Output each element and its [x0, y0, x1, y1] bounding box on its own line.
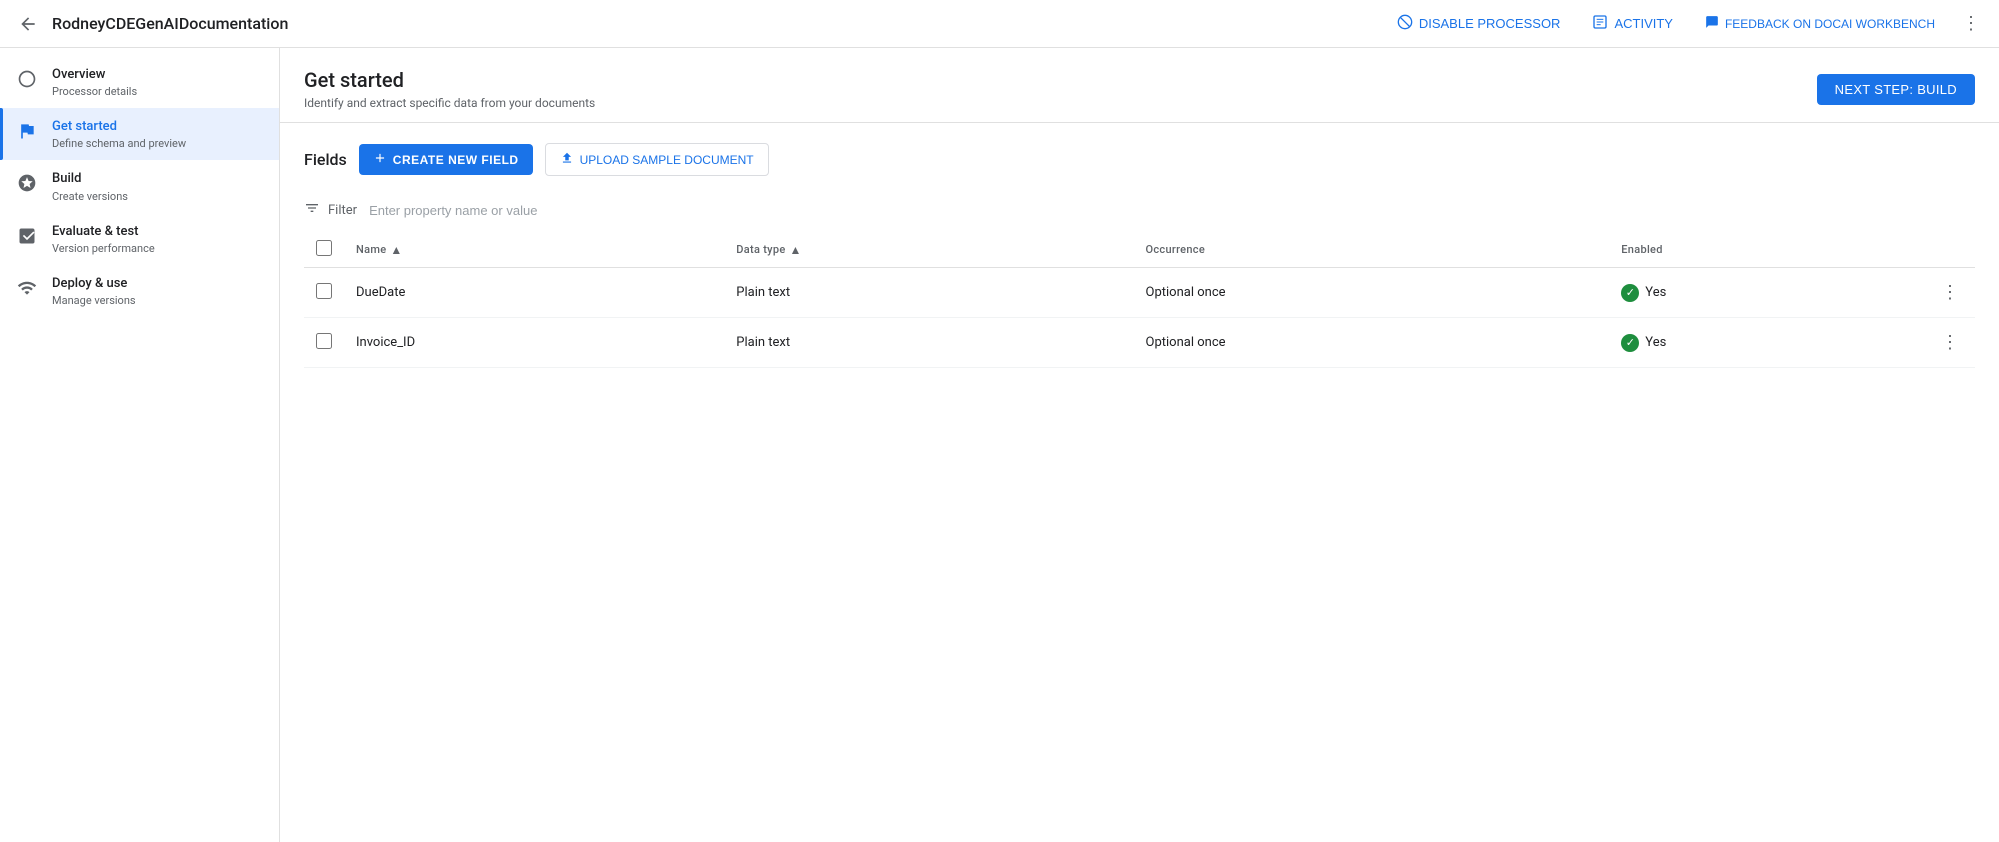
row2-checkbox[interactable]: [316, 333, 332, 349]
app-title: RodneyCDEGenAIDocumentation: [52, 14, 1377, 33]
sidebar-build-sublabel: Create versions: [52, 190, 128, 203]
activity-button[interactable]: ACTIVITY: [1580, 8, 1685, 40]
build-icon: [16, 172, 38, 194]
row1-actions-cell: ⋮: [1925, 268, 1975, 318]
data-type-column-header[interactable]: Data type ▲: [724, 232, 1133, 268]
disable-processor-label: DISABLE PROCESSOR: [1419, 16, 1561, 31]
sidebar-item-deploy[interactable]: Deploy & use Manage versions: [0, 265, 279, 317]
overview-icon: [16, 68, 38, 90]
row1-checkbox-cell: [304, 268, 344, 318]
row2-more-button[interactable]: ⋮: [1937, 328, 1963, 357]
main-layout: Overview Processor details Get started D…: [0, 48, 1999, 842]
sidebar-evaluate-label: Evaluate & test: [52, 223, 155, 241]
sidebar-item-build[interactable]: Build Create versions: [0, 160, 279, 212]
row1-more-button[interactable]: ⋮: [1937, 278, 1963, 307]
sidebar-overview-sublabel: Processor details: [52, 85, 137, 98]
get-started-icon: [16, 120, 38, 142]
sidebar-item-overview[interactable]: Overview Processor details: [0, 56, 279, 108]
row2-actions-cell: ⋮: [1925, 318, 1975, 368]
activity-icon: [1592, 14, 1608, 34]
enabled-check-icon: ✓: [1621, 334, 1639, 352]
data-type-sort-icon: ▲: [790, 243, 802, 257]
enabled-column-header: Enabled: [1609, 232, 1925, 268]
fields-toolbar: Fields CREATE NEW FIELD UPL: [304, 143, 1975, 176]
sidebar: Overview Processor details Get started D…: [0, 48, 280, 842]
name-column-header[interactable]: Name ▲: [344, 232, 724, 268]
row1-name: DueDate: [344, 268, 724, 318]
evaluate-icon: [16, 225, 38, 247]
feedback-button[interactable]: FEEDBACK ON DOCAI WORKBENCH: [1693, 9, 1947, 38]
row2-checkbox-cell: [304, 318, 344, 368]
row2-enabled: ✓ Yes: [1609, 318, 1925, 368]
more-options-button[interactable]: ⋮: [1955, 8, 1987, 40]
activity-label: ACTIVITY: [1614, 16, 1673, 31]
occurrence-column-header: Occurrence: [1134, 232, 1610, 268]
upload-sample-document-button[interactable]: UPLOAD SAMPLE DOCUMENT: [545, 143, 769, 176]
sidebar-get-started-sublabel: Define schema and preview: [52, 137, 186, 150]
topbar: RodneyCDEGenAIDocumentation DISABLE PROC…: [0, 0, 1999, 48]
row1-checkbox[interactable]: [316, 283, 332, 299]
filter-input[interactable]: [369, 203, 1975, 218]
row1-data-type: Plain text: [724, 268, 1133, 318]
page-title: Get started: [304, 68, 595, 92]
row1-enabled: ✓ Yes: [1609, 268, 1925, 318]
disable-processor-button[interactable]: DISABLE PROCESSOR: [1385, 8, 1573, 40]
sidebar-build-label: Build: [52, 170, 128, 188]
row2-occurrence: Optional once: [1134, 318, 1610, 368]
sidebar-get-started-label: Get started: [52, 118, 186, 136]
sidebar-deploy-sublabel: Manage versions: [52, 294, 136, 307]
sidebar-deploy-label: Deploy & use: [52, 275, 136, 293]
select-all-checkbox-cell: [304, 232, 344, 268]
filter-label: Filter: [328, 203, 357, 218]
row2-data-type: Plain text: [724, 318, 1133, 368]
content-header: Get started Identify and extract specifi…: [280, 48, 1999, 123]
feedback-label: FEEDBACK ON DOCAI WORKBENCH: [1725, 17, 1935, 31]
fields-table: Name ▲ Data type ▲ Occur: [304, 232, 1975, 368]
enabled-check-icon: ✓: [1621, 284, 1639, 302]
select-all-checkbox[interactable]: [316, 240, 332, 256]
row1-enabled-label: Yes: [1645, 285, 1666, 300]
page-subtitle: Identify and extract specific data from …: [304, 96, 595, 110]
feedback-icon: [1705, 15, 1719, 32]
create-field-label: CREATE NEW FIELD: [393, 153, 519, 167]
add-field-icon: [373, 151, 387, 168]
sidebar-evaluate-sublabel: Version performance: [52, 242, 155, 255]
row1-occurrence: Optional once: [1134, 268, 1610, 318]
row2-enabled-label: Yes: [1645, 335, 1666, 350]
sidebar-item-get-started[interactable]: Get started Define schema and preview: [0, 108, 279, 160]
back-button[interactable]: [12, 8, 44, 40]
table-row: Invoice_ID Plain text Optional once ✓ Ye…: [304, 318, 1975, 368]
fields-title: Fields: [304, 150, 347, 169]
fields-table-body: DueDate Plain text Optional once ✓ Yes ⋮: [304, 268, 1975, 368]
create-new-field-button[interactable]: CREATE NEW FIELD: [359, 144, 533, 175]
sidebar-item-evaluate[interactable]: Evaluate & test Version performance: [0, 213, 279, 265]
topbar-actions: DISABLE PROCESSOR ACTIVITY FEEDBACK ON D…: [1385, 8, 1987, 40]
actions-column-header: [1925, 232, 1975, 268]
content-area: Get started Identify and extract specifi…: [280, 48, 1999, 842]
upload-icon: [560, 151, 574, 168]
deploy-icon: [16, 277, 38, 299]
fields-area: Fields CREATE NEW FIELD UPL: [280, 123, 1999, 842]
table-row: DueDate Plain text Optional once ✓ Yes ⋮: [304, 268, 1975, 318]
table-header: Name ▲ Data type ▲ Occur: [304, 232, 1975, 268]
next-step-button[interactable]: NEXT STEP: BUILD: [1817, 74, 1975, 105]
upload-label: UPLOAD SAMPLE DOCUMENT: [580, 153, 754, 167]
filter-row: Filter: [304, 192, 1975, 228]
filter-icon: [304, 200, 320, 220]
name-sort-icon: ▲: [390, 243, 402, 257]
disable-icon: [1397, 14, 1413, 34]
sidebar-overview-label: Overview: [52, 66, 137, 84]
row2-name: Invoice_ID: [344, 318, 724, 368]
